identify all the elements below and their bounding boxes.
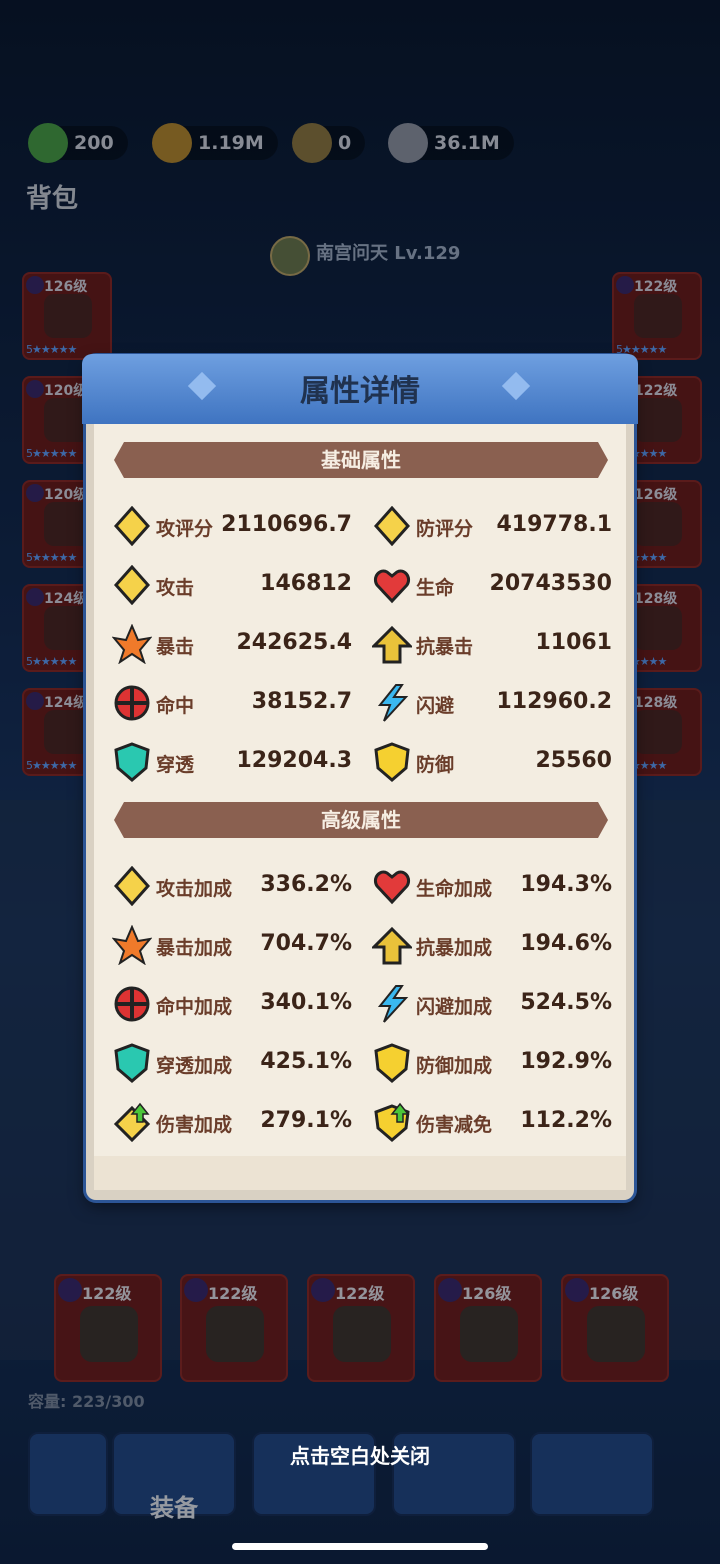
stat-label: 生命加成 <box>416 878 493 900</box>
stat-row: 防御 25560 <box>372 740 612 788</box>
stat-value: 20743530 <box>489 571 612 596</box>
defense-shield-icon <box>374 1043 410 1083</box>
stat-label: 命中 <box>156 695 195 717</box>
basic-attributes-header: 基础属性 <box>114 442 608 478</box>
stat-value: 11061 <box>535 630 612 655</box>
dodge-icon <box>377 985 409 1023</box>
stat-row: 生命 20743530 <box>372 563 612 611</box>
stat-label: 生命 <box>416 577 455 599</box>
attack-rating-icon <box>113 506 151 546</box>
stat-row: 攻击加成 336.2% <box>112 864 352 912</box>
damage-reduction-icon <box>374 1102 410 1142</box>
crit-resist-icon <box>372 625 412 664</box>
penetration-shield-icon <box>114 742 150 782</box>
section-title: 高级属性 <box>321 808 401 832</box>
advanced-attributes-header: 高级属性 <box>114 802 608 838</box>
stat-label: 防评分 <box>416 518 474 540</box>
stat-value: 2110696.7 <box>221 512 352 537</box>
stat-value: 704.7% <box>260 931 352 956</box>
section-title: 基础属性 <box>321 448 401 472</box>
stat-row: 攻评分 2110696.7 <box>112 504 352 552</box>
stat-value: 146812 <box>260 571 352 596</box>
stat-value: 194.3% <box>520 872 612 897</box>
stat-value: 112.2% <box>520 1108 612 1133</box>
stat-label: 暴击加成 <box>156 937 233 959</box>
stat-label: 攻评分 <box>156 518 214 540</box>
stat-value: 336.2% <box>260 872 352 897</box>
heart-icon <box>373 870 411 905</box>
stat-row: 伤害加成 279.1% <box>112 1100 352 1148</box>
crosshair-icon <box>114 986 150 1022</box>
defense-rating-icon <box>373 506 411 546</box>
attack-icon <box>113 565 151 605</box>
stat-value: 194.6% <box>520 931 612 956</box>
stat-value: 524.5% <box>520 990 612 1015</box>
stat-value: 25560 <box>535 748 612 773</box>
stat-label: 抗暴加成 <box>416 937 493 959</box>
stat-row: 命中加成 340.1% <box>112 982 352 1030</box>
stat-row: 抗暴加成 194.6% <box>372 923 612 971</box>
stat-label: 攻击加成 <box>156 878 233 900</box>
stat-row: 穿透 129204.3 <box>112 740 352 788</box>
crit-bonus-icon <box>112 925 152 965</box>
attack-bonus-icon <box>113 866 151 906</box>
stat-label: 穿透加成 <box>156 1055 233 1077</box>
stat-row: 攻击 146812 <box>112 563 352 611</box>
stat-label: 攻击 <box>156 577 195 599</box>
stat-label: 伤害减免 <box>416 1114 493 1136</box>
dodge-icon <box>377 684 409 722</box>
stat-label: 闪避 <box>416 695 455 717</box>
stat-row: 穿透加成 425.1% <box>112 1041 352 1089</box>
stat-row: 暴击 242625.4 <box>112 622 352 670</box>
stat-row: 闪避加成 524.5% <box>372 982 612 1030</box>
stat-label: 闪避加成 <box>416 996 493 1018</box>
stat-value: 340.1% <box>260 990 352 1015</box>
stat-row: 闪避 112960.2 <box>372 681 612 729</box>
stat-value: 242625.4 <box>236 630 352 655</box>
crit-icon <box>112 624 152 664</box>
stat-row: 暴击加成 704.7% <box>112 923 352 971</box>
stat-label: 伤害加成 <box>156 1114 233 1136</box>
stat-row: 伤害减免 112.2% <box>372 1100 612 1148</box>
crosshair-icon <box>114 685 150 721</box>
modal-body: 基础属性 攻评分 2110696.7 防评分 419778.1 攻击 14681… <box>94 424 626 1190</box>
attribute-details-modal: 属性详情 基础属性 攻评分 2110696.7 防评分 419778.1 攻击 … <box>82 354 638 1200</box>
stat-value: 38152.7 <box>251 689 352 714</box>
defense-shield-icon <box>374 742 410 782</box>
decorative-terrain <box>94 1156 626 1190</box>
tap-to-close-hint: 点击空白处关闭 <box>290 1444 430 1468</box>
home-indicator[interactable] <box>232 1543 488 1550</box>
penetration-shield-icon <box>114 1043 150 1083</box>
modal-header: 属性详情 <box>82 354 638 424</box>
damage-bonus-icon <box>113 1102 151 1142</box>
stat-label: 防御加成 <box>416 1055 493 1077</box>
stat-label: 命中加成 <box>156 996 233 1018</box>
stat-row: 防评分 419778.1 <box>372 504 612 552</box>
stat-value: 192.9% <box>520 1049 612 1074</box>
stat-label: 暴击 <box>156 636 195 658</box>
stat-row: 抗暴击 11061 <box>372 622 612 670</box>
stat-row: 生命加成 194.3% <box>372 864 612 912</box>
stat-label: 防御 <box>416 754 455 776</box>
stat-value: 419778.1 <box>496 512 612 537</box>
stat-value: 279.1% <box>260 1108 352 1133</box>
stat-value: 112960.2 <box>496 689 612 714</box>
stat-label: 抗暴击 <box>416 636 474 658</box>
stat-value: 425.1% <box>260 1049 352 1074</box>
heart-icon <box>373 569 411 604</box>
crit-resist-bonus-icon <box>372 926 412 965</box>
stat-value: 129204.3 <box>236 748 352 773</box>
modal-title: 属性详情 <box>300 374 420 409</box>
stat-row: 防御加成 192.9% <box>372 1041 612 1089</box>
stat-row: 命中 38152.7 <box>112 681 352 729</box>
stat-label: 穿透 <box>156 754 195 776</box>
